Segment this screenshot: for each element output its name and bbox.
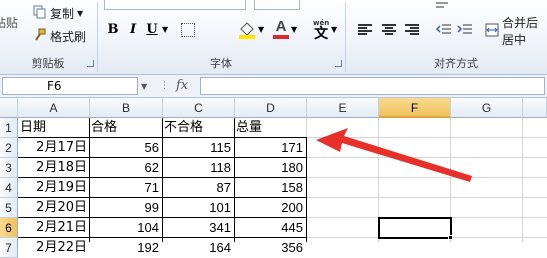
row-header-4[interactable]: 4 <box>0 178 18 198</box>
column-header-c[interactable]: C <box>163 98 235 118</box>
merge-center-button[interactable]: 合并后居中 <box>485 16 547 47</box>
cell-a1[interactable]: 日期 <box>20 118 89 138</box>
column-header-h[interactable] <box>523 98 547 118</box>
increase-indent-icon[interactable] <box>457 23 473 40</box>
formula-bar: F6 ▼ ⋮ fx <box>0 75 547 98</box>
underline-button[interactable]: U <box>143 21 161 39</box>
name-box[interactable]: F6 <box>2 77 138 95</box>
column-header-b[interactable]: B <box>90 98 163 118</box>
column-header-d[interactable]: D <box>235 98 307 118</box>
row-header-6[interactable]: 6 <box>0 218 18 238</box>
cell-b4[interactable]: 71 <box>90 178 162 198</box>
cell-c1[interactable]: 不合格 <box>164 118 234 138</box>
font-group-caption: 字体 <box>210 57 232 70</box>
clipboard-group-caption: 剪贴板 <box>31 57 65 70</box>
row-header-1[interactable]: 1 <box>0 118 18 138</box>
paste-label: 粘贴 <box>0 15 19 30</box>
column-header-f[interactable]: F <box>379 98 451 118</box>
merge-icon <box>485 23 499 40</box>
cell-c4[interactable]: 87 <box>163 178 234 198</box>
font-color-letter: A <box>275 18 287 35</box>
cell-a7[interactable]: 2月22日 <box>18 238 89 258</box>
font-dialog-launcher-icon[interactable] <box>335 60 342 67</box>
font-size-combo[interactable] <box>254 0 300 10</box>
table-border <box>306 138 307 242</box>
format-painter-label: 格式刷 <box>50 29 87 44</box>
cell-c2[interactable]: 115 <box>163 138 234 158</box>
insert-function-button[interactable]: fx <box>176 78 188 93</box>
copy-label: 复制 <box>50 6 75 21</box>
column-header-a[interactable]: A <box>18 98 90 118</box>
cell-a4[interactable]: 2月19日 <box>18 178 89 198</box>
wen-label: 文 <box>314 26 329 42</box>
chevron-down-icon[interactable]: ▼ <box>291 25 297 34</box>
cell-a5[interactable]: 2月20日 <box>18 198 89 218</box>
row-header-5[interactable]: 5 <box>0 198 18 218</box>
decrease-indent-icon[interactable] <box>435 23 452 40</box>
formula-bar-grip-icon[interactable]: ⋮ <box>160 81 169 91</box>
cell-b2[interactable]: 56 <box>90 138 162 158</box>
merge-center-label: 合并后居中 <box>502 16 539 47</box>
font-color-icon[interactable]: A <box>273 19 289 39</box>
cell-d1[interactable]: 总量 <box>236 118 306 138</box>
italic-button[interactable]: I <box>124 21 142 39</box>
column-header-g[interactable]: G <box>451 98 523 118</box>
chevron-down-icon: ▼ <box>77 8 84 18</box>
align-center-icon[interactable] <box>382 24 396 36</box>
formula-input[interactable] <box>200 77 545 95</box>
cell-b7[interactable]: 192 <box>90 238 162 258</box>
bold-button[interactable]: B <box>104 21 122 39</box>
cell-b1[interactable]: 合格 <box>91 118 162 138</box>
cell-c7[interactable]: 164 <box>163 238 234 258</box>
copy-icon <box>33 5 47 22</box>
row-header-7[interactable]: 7 <box>0 238 18 258</box>
wrap-text-icon[interactable] <box>435 0 449 10</box>
cell-d5[interactable]: 200 <box>235 198 306 218</box>
cell-c5[interactable]: 101 <box>163 198 234 218</box>
alignment-group-caption: 对齐方式 <box>434 57 478 70</box>
fill-handle[interactable] <box>448 235 453 240</box>
phonetic-guide-button[interactable]: wén 文 <box>313 18 329 42</box>
select-all-corner[interactable] <box>0 98 18 118</box>
clipboard-dialog-launcher-icon[interactable] <box>87 60 94 67</box>
cell-d7[interactable]: 356 <box>235 238 306 258</box>
align-left-icon[interactable] <box>358 24 372 36</box>
row-header-3[interactable]: 3 <box>0 158 18 178</box>
cell-c6[interactable]: 341 <box>163 218 234 238</box>
chevron-down-icon[interactable]: ▼ <box>258 25 264 34</box>
underline-dropdown-icon[interactable]: ▼ <box>162 25 168 34</box>
cell-d4[interactable]: 158 <box>235 178 306 198</box>
cell-b3[interactable]: 62 <box>90 158 162 178</box>
borders-icon[interactable] <box>181 23 195 37</box>
worksheet-grid[interactable]: A B C D E F G 1 2 3 4 5 6 7 日期 合格 不合格 总量… <box>0 98 547 258</box>
red-arrow-icon <box>316 128 472 182</box>
cell-a6[interactable]: 2月21日 <box>18 218 89 238</box>
active-cell-f6[interactable] <box>378 217 452 239</box>
ribbon: 粘贴 复制 ▼ 格式刷 剪贴板 B I U ▼ ▼ A ▼ wén 文 ▼ 字体 <box>0 0 547 75</box>
cell-b6[interactable]: 104 <box>90 218 162 238</box>
column-header-e[interactable]: E <box>307 98 379 118</box>
cell-d6[interactable]: 445 <box>235 218 306 238</box>
name-box-dropdown-icon[interactable]: ▼ <box>141 82 147 91</box>
cell-a2[interactable]: 2月17日 <box>18 138 89 158</box>
cell-a3[interactable]: 2月18日 <box>18 158 89 178</box>
cell-d3[interactable]: 180 <box>235 158 306 178</box>
paste-button[interactable]: 粘贴 <box>0 12 24 32</box>
format-painter-button[interactable]: 格式刷 <box>33 27 86 45</box>
chevron-down-icon[interactable]: ▼ <box>331 25 337 34</box>
highlight-fill-icon[interactable] <box>238 20 256 43</box>
cell-c3[interactable]: 118 <box>163 158 234 178</box>
cell-b5[interactable]: 99 <box>90 198 162 218</box>
cell-d2[interactable]: 171 <box>235 138 306 158</box>
row-header-2[interactable]: 2 <box>0 138 18 158</box>
copy-button[interactable]: 复制 ▼ <box>33 4 83 22</box>
brush-icon <box>33 28 47 45</box>
font-name-combo[interactable] <box>104 0 246 10</box>
align-right-icon[interactable] <box>405 24 419 36</box>
